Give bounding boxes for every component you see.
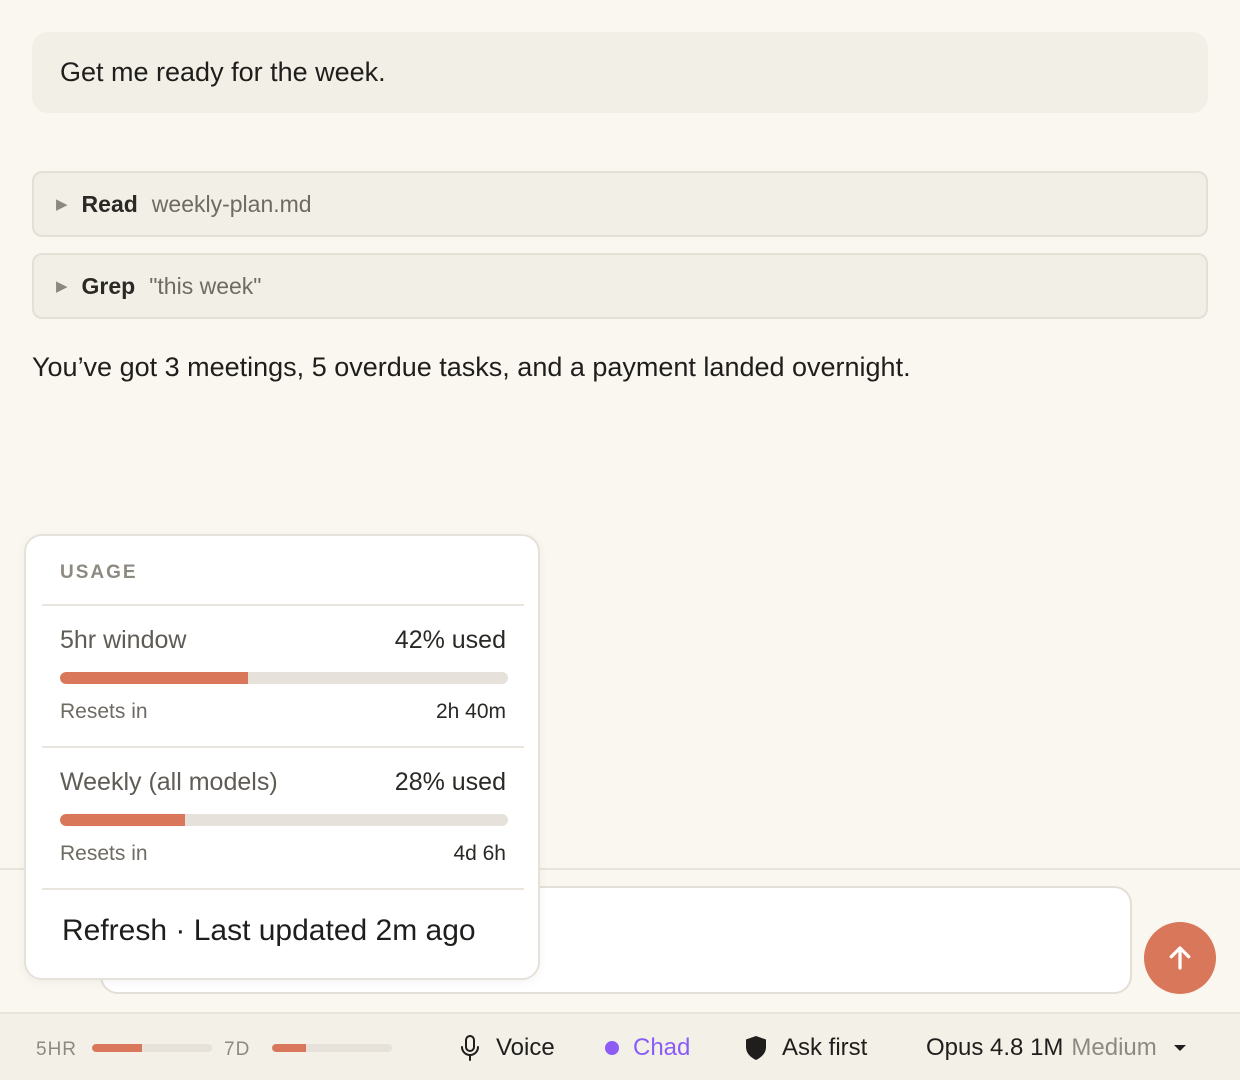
triangle-right-icon: ▶ [56, 278, 68, 295]
user-message-text: Get me ready for the week. [60, 57, 386, 87]
permission-label: Ask first [782, 1034, 868, 1061]
shield-icon [744, 1035, 768, 1061]
voice-button[interactable]: Voice [458, 1014, 555, 1080]
caret-down-icon [1173, 1043, 1187, 1053]
usage-progress-bar [60, 814, 508, 826]
limit-5hr-fill [92, 1044, 143, 1052]
tool-kind: Grep [81, 272, 136, 299]
arrow-up-icon [1169, 946, 1191, 970]
microphone-icon [458, 1034, 482, 1062]
effort-label: Medium [1071, 1034, 1157, 1061]
resets-value: 2h 40m [435, 700, 506, 723]
usage-progress-bar [60, 672, 508, 684]
usage-progress-fill [60, 814, 186, 826]
refresh-link[interactable]: Refresh · Last updated 2m ago [62, 914, 476, 948]
divider [42, 888, 524, 890]
limit-7d-fill [272, 1044, 306, 1052]
assistant-reply: You’ve got 3 meetings, 5 overdue tasks, … [32, 352, 911, 382]
limit-5hr-label: 5HR [36, 1039, 78, 1060]
resets-label: Resets in [60, 700, 148, 723]
usage-window-percent: 42% used [394, 626, 506, 654]
limit-7d-bar[interactable] [272, 1044, 392, 1052]
status-bar: 5HR 7D Voice Chad Ask first Opus 4.8 1M … [0, 1012, 1240, 1080]
limit-5hr-bar[interactable] [92, 1044, 212, 1052]
usage-header: USAGE [60, 562, 138, 583]
tool-kind: Read [81, 190, 138, 217]
model-selector[interactable]: Opus 4.8 1M Medium [926, 1014, 1187, 1080]
usage-window-title: Weekly (all models) [60, 768, 278, 796]
user-message: Get me ready for the week. [32, 32, 1208, 113]
limit-7d-label: 7D [224, 1039, 251, 1060]
model-label: Opus 4.8 1M [926, 1034, 1064, 1061]
permission-selector[interactable]: Ask first [744, 1014, 867, 1080]
usage-window-title: 5hr window [60, 626, 187, 654]
tool-call-read[interactable]: ▶ Read weekly-plan.md [32, 171, 1208, 237]
send-button[interactable] [1144, 922, 1216, 994]
usage-window-percent: 28% used [394, 768, 506, 796]
chat-page: Get me ready for the week. ▶ Read weekly… [0, 0, 1240, 1080]
agent-label: Chad [633, 1034, 691, 1061]
resets-value: 4d 6h [453, 842, 506, 865]
agent-dot-icon [605, 1041, 619, 1055]
triangle-right-icon: ▶ [56, 196, 68, 213]
tool-arg: "this week" [149, 272, 262, 299]
agent-selector[interactable]: Chad [605, 1014, 690, 1080]
voice-label: Voice [496, 1034, 555, 1061]
divider [42, 746, 524, 748]
divider [42, 604, 524, 606]
usage-popup: USAGE 5hr window 42% used Resets in 2h 4… [24, 534, 540, 980]
usage-progress-fill [60, 672, 249, 684]
resets-label: Resets in [60, 842, 148, 865]
tool-call-grep[interactable]: ▶ Grep "this week" [32, 253, 1208, 319]
tool-arg: weekly-plan.md [151, 190, 312, 217]
